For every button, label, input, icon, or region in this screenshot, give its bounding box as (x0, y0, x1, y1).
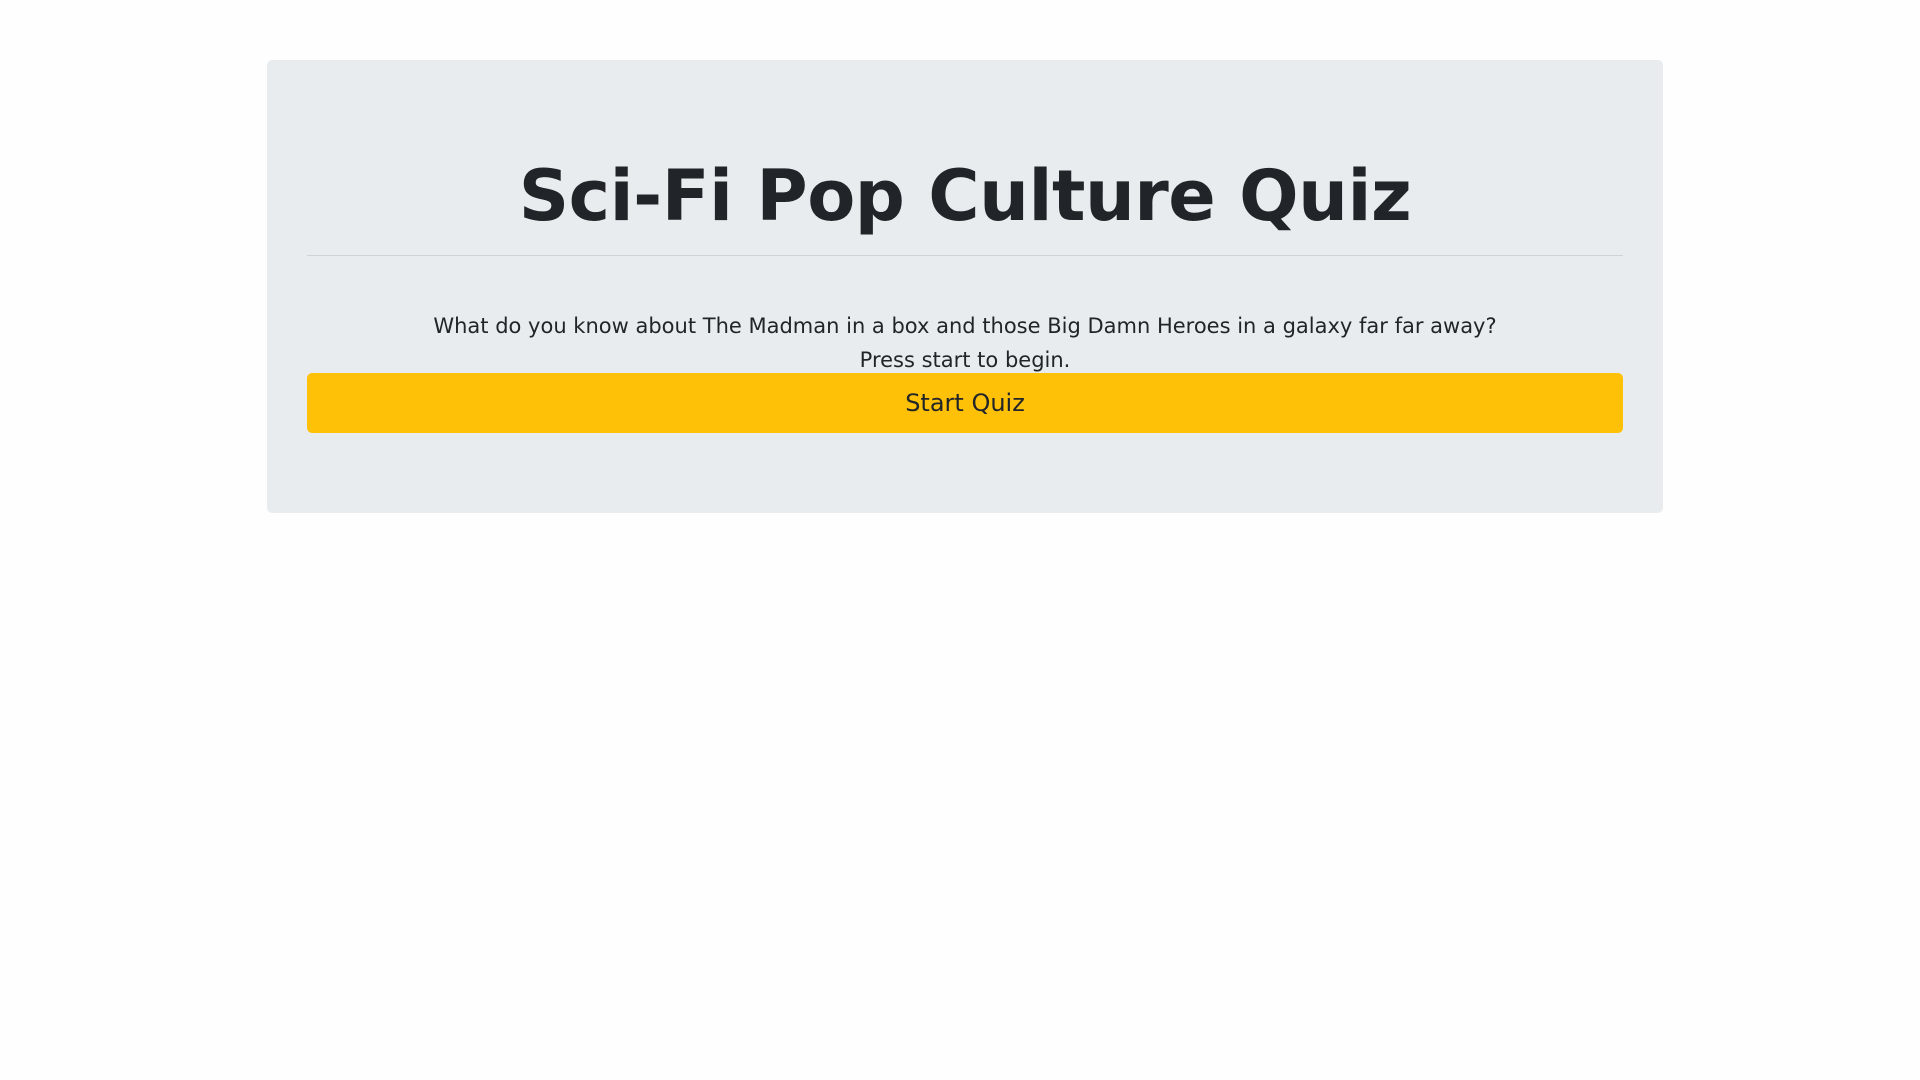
page: Sci-Fi Pop Culture Quiz What do you know… (0, 0, 1920, 1080)
intro-text: What do you know about The Madman in a b… (307, 309, 1623, 377)
start-quiz-button[interactable]: Start Quiz (307, 373, 1623, 433)
page-title: Sci-Fi Pop Culture Quiz (518, 155, 1412, 237)
intro-line-1: What do you know about The Madman in a b… (433, 314, 1497, 338)
title-divider (307, 255, 1623, 256)
intro-panel: Sci-Fi Pop Culture Quiz What do you know… (267, 60, 1663, 513)
intro-line-2: Press start to begin. (859, 348, 1071, 372)
